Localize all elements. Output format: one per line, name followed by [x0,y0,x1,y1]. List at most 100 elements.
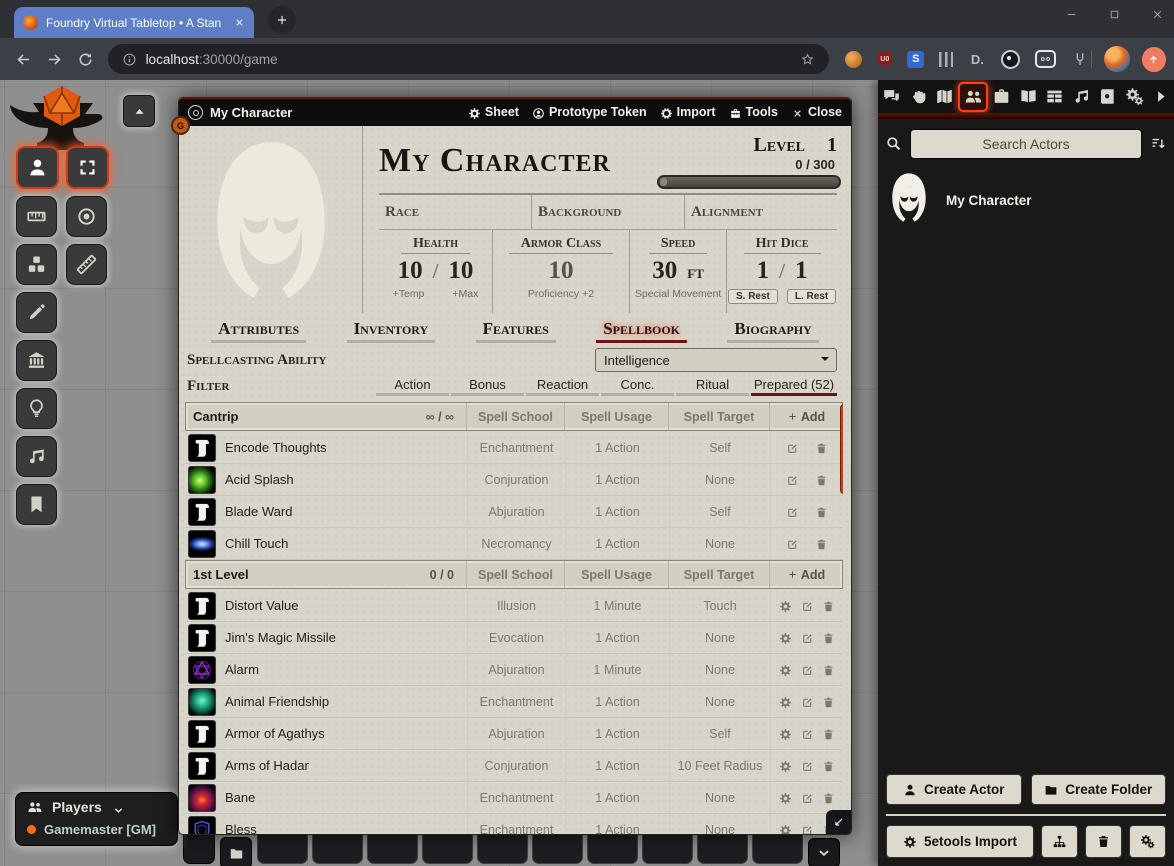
trash-icon[interactable] [822,758,835,772]
trash-icon[interactable] [822,726,835,740]
actor-name[interactable]: My Character [946,193,1032,208]
sidebar-tab-table[interactable] [1042,84,1068,110]
trash-icon[interactable] [815,472,828,486]
sitemap-button[interactable] [1041,825,1078,858]
control-bank-button[interactable] [16,340,57,381]
hp-current[interactable]: 10 [398,257,423,285]
edit-icon[interactable] [786,440,799,454]
window-minimize-icon[interactable] [1065,6,1078,24]
filter-prepared-52-[interactable]: Prepared (52) [751,377,837,396]
cookie-extension-icon[interactable] [845,51,862,68]
long-rest-button[interactable]: L. Rest [787,289,836,304]
gear-icon[interactable] [779,758,792,772]
acid-splash-icon[interactable] [188,466,216,494]
scroll-icon[interactable] [188,498,216,526]
players-panel[interactable]: Players Gamemaster [GM] [15,792,178,846]
gear-icon[interactable] [779,790,792,804]
window-import-button[interactable]: Import [660,105,716,119]
character-name[interactable]: My Character [379,142,649,180]
scroll-icon[interactable] [188,624,216,652]
window-header[interactable]: My Character SheetPrototype TokenImportT… [179,98,851,126]
sidebar-tab-book[interactable] [1015,84,1041,110]
bless-shield-icon[interactable] [188,816,216,835]
spell-name[interactable]: Blade Ward [225,504,292,519]
spell-name[interactable]: Encode Thoughts [225,440,327,455]
gear-icon[interactable] [779,726,792,740]
trash-icon[interactable] [815,504,828,518]
control-ruler-button[interactable] [16,196,57,237]
player-row[interactable]: Gamemaster [GM] [16,818,177,845]
race-field[interactable]: Race [379,195,531,229]
gear-icon[interactable] [779,822,792,834]
spell-row[interactable]: Blade WardAbjuration1 ActionSelf [185,496,843,528]
spell-row[interactable]: BaneEnchantment1 ActionNone [185,782,843,814]
trash-icon[interactable] [815,440,828,454]
window-sheet-button[interactable]: Sheet [468,105,519,119]
tool-target-button[interactable] [66,196,107,237]
spell-row[interactable]: Armor of AgathysAbjuration1 ActionSelf [185,718,843,750]
tab-inventory[interactable]: Inventory [347,319,436,343]
spellcasting-ability-select[interactable]: Intelligence [595,348,837,372]
spell-row[interactable]: Arms of HadarConjuration1 Action10 Feet … [185,750,843,782]
sidebar-tab-journal[interactable] [1095,84,1121,110]
gear-icon[interactable] [779,598,792,612]
spell-row[interactable]: Encode ThoughtsEnchantment1 ActionSelf [185,432,843,464]
spell-row[interactable]: Animal FriendshipEnchantment1 ActionNone [185,686,843,718]
macro-folder-button[interactable] [220,837,252,866]
hit-dice-current[interactable]: 1 [757,257,770,285]
control-dice-button[interactable] [16,244,57,285]
profile-avatar[interactable] [1104,46,1129,72]
scroll-icon[interactable] [188,752,216,780]
alignment-field[interactable]: Alignment [684,195,837,229]
darkreader-extension-icon[interactable]: D. [968,50,986,68]
tool-ruler-diag-button[interactable] [66,244,107,285]
create-actor-button[interactable]: Create Actor [886,774,1022,805]
tab-attributes[interactable]: Attributes [211,319,306,343]
edit-icon[interactable] [786,536,799,550]
spell-name[interactable]: Jim's Magic Missile [225,630,336,645]
spell-row[interactable]: Jim's Magic MissileEvocation1 ActionNone [185,622,843,654]
window-close-icon[interactable] [1151,6,1164,24]
trash-icon[interactable] [815,536,828,550]
edit-icon[interactable] [801,790,814,804]
window-maximize-icon[interactable] [1108,6,1121,24]
browser-update-button[interactable] [1142,47,1166,72]
sidebar-tab-users[interactable] [958,82,988,112]
trash-icon[interactable] [822,662,835,676]
trash-icon[interactable] [822,598,835,612]
tool-expand-button[interactable] [66,146,109,189]
filter-conc-[interactable]: Conc. [601,377,674,396]
trash-icon[interactable] [822,790,835,804]
tab-biography[interactable]: Biography [727,319,818,343]
bookmark-star-icon[interactable] [800,51,815,67]
edit-icon[interactable] [801,694,814,708]
background-field[interactable]: Background [531,195,684,229]
sidebar-tab-fist[interactable] [905,84,931,110]
tab-spellbook[interactable]: Spellbook [596,319,687,343]
window-module-icon[interactable] [188,105,203,120]
spell-name[interactable]: Bane [225,790,255,805]
edit-icon[interactable] [801,630,814,644]
spell-row[interactable]: Acid SplashConjuration1 ActionNone [185,464,843,496]
spell-name[interactable]: Bless [225,822,257,834]
window-close-button[interactable]: Close [791,105,842,119]
window-prototype-token-button[interactable]: Prototype Token [532,105,647,119]
tuning-fork-extension-icon[interactable] [1071,50,1089,68]
site-info-icon[interactable] [122,51,137,67]
trash-icon[interactable] [822,630,835,644]
alarm-hexagram-icon[interactable] [188,656,216,684]
control-bookmark-button[interactable] [16,484,57,525]
filter-reaction[interactable]: Reaction [526,377,599,396]
hooded-figure-avatar[interactable] [887,172,931,228]
fivetools-import-button[interactable]: 5etools Import [886,825,1034,858]
level-value[interactable]: 1 [827,134,837,157]
control-user-button[interactable] [16,146,59,189]
foundry-logo[interactable] [6,85,118,151]
session-extension-icon[interactable]: S [907,51,924,68]
add-spell-button[interactable]: Add [787,410,825,424]
add-spell-button[interactable]: Add [787,568,825,582]
container-extension-icon[interactable]: oo [1035,50,1056,68]
temp-hp-label[interactable]: +Temp [393,288,425,300]
module-g-badge[interactable]: G [171,116,190,135]
spell-name[interactable]: Arms of Hadar [225,758,309,773]
